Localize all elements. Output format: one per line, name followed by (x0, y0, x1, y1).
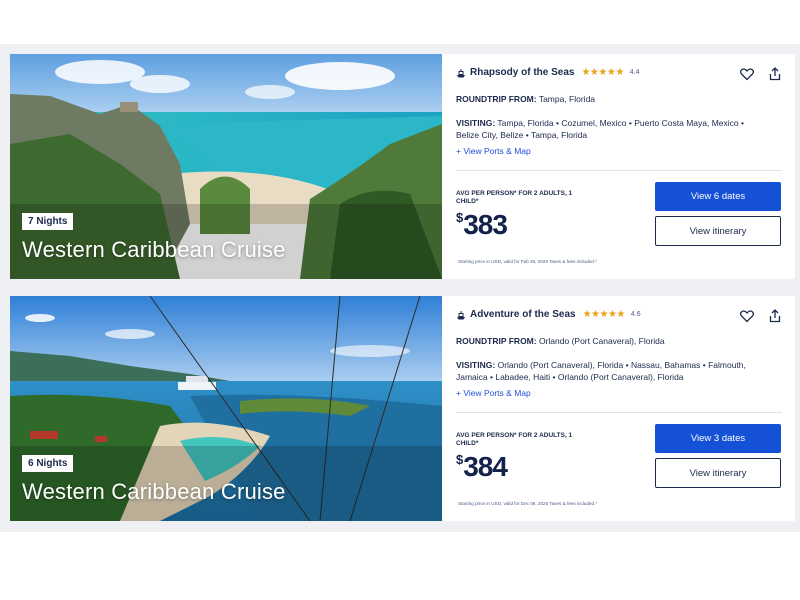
rating-value: 4.6 (630, 311, 641, 318)
ship-icon (457, 310, 465, 319)
price-currency: $ (456, 210, 463, 225)
view-dates-button[interactable]: View 6 dates (655, 182, 781, 211)
price-fine-print: Starting price in USD, valid for Dec 06,… (458, 501, 598, 506)
visiting-value: Orlando (Port Canaveral), Florida • Nass… (456, 360, 746, 382)
divider (456, 170, 782, 171)
ship-icon (457, 68, 465, 77)
price: $384 (456, 451, 508, 483)
cruise-photo-labadee[interactable]: 6 Nights Western Caribbean Cruise (10, 296, 442, 521)
nights-badge: 6 Nights (22, 455, 74, 472)
avg-price-label: AVG PER PERSON* FOR 2 ADULTS, 1 CHILD* (456, 190, 573, 205)
view-itinerary-button[interactable]: View itinerary (655, 216, 781, 246)
cruise-details: Adventure of the Seas ★★★★★ 4.6 ROUNDTRI… (442, 296, 795, 521)
price-value: 383 (463, 209, 508, 240)
ship-name-link[interactable]: Adventure of the Seas (470, 309, 576, 320)
visiting-label: VISITING: (456, 360, 496, 370)
visiting-label: VISITING: (456, 118, 496, 128)
cruise-title[interactable]: Western Caribbean Cruise (22, 237, 286, 263)
view-ports-map-link[interactable]: + View Ports & Map (456, 388, 531, 398)
visiting-ports: VISITING: Tampa, Florida • Cozumel, Mexi… (456, 117, 756, 141)
cruise-photo-tulum-beach[interactable]: 7 Nights Western Caribbean Cruise (10, 54, 442, 279)
ship-info: Rhapsody of the Seas ★★★★★ 4.4 (456, 67, 640, 78)
share-icon[interactable] (767, 308, 783, 324)
cruise-card: 6 Nights Western Caribbean Cruise Advent… (10, 296, 795, 521)
roundtrip-from: ROUNDTRIP FROM: Tampa, Florida (456, 94, 595, 104)
price-currency: $ (456, 452, 463, 467)
heart-icon[interactable] (739, 66, 755, 82)
divider (456, 412, 782, 413)
rating-stars: ★★★★★ (582, 309, 626, 320)
heart-icon[interactable] (739, 308, 755, 324)
price-value: 384 (463, 451, 508, 482)
price: $383 (456, 209, 508, 241)
visiting-ports: VISITING: Orlando (Port Canaveral), Flor… (456, 359, 756, 383)
roundtrip-label: ROUNDTRIP FROM: (456, 94, 537, 104)
share-icon[interactable] (767, 66, 783, 82)
visiting-value: Tampa, Florida • Cozumel, Mexico • Puert… (456, 118, 744, 140)
roundtrip-value: Tampa, Florida (538, 94, 596, 104)
cruise-details: Rhapsody of the Seas ★★★★★ 4.4 ROUNDTRIP… (442, 54, 795, 279)
price-fine-print: Starting price in USD, valid for Feb 28,… (458, 259, 597, 264)
rating-stars: ★★★★★ (581, 67, 624, 78)
rating-value: 4.4 (629, 69, 640, 76)
cruise-title[interactable]: Western Caribbean Cruise (22, 479, 286, 505)
nights-badge: 7 Nights (22, 213, 74, 230)
view-dates-button[interactable]: View 3 dates (655, 424, 781, 453)
roundtrip-value: Orlando (Port Canaveral), Florida (538, 336, 665, 346)
roundtrip-from: ROUNDTRIP FROM: Orlando (Port Canaveral)… (456, 336, 665, 346)
view-itinerary-button[interactable]: View itinerary (655, 458, 781, 488)
cruise-card: 7 Nights Western Caribbean Cruise Rhapso… (10, 54, 795, 279)
ship-name-link[interactable]: Rhapsody of the Seas (470, 67, 574, 78)
view-ports-map-link[interactable]: + View Ports & Map (456, 146, 531, 156)
avg-price-label: AVG PER PERSON* FOR 2 ADULTS, 1 CHILD* (456, 432, 573, 447)
ship-info: Adventure of the Seas ★★★★★ 4.6 (456, 309, 641, 320)
roundtrip-label: ROUNDTRIP FROM: (456, 336, 537, 346)
